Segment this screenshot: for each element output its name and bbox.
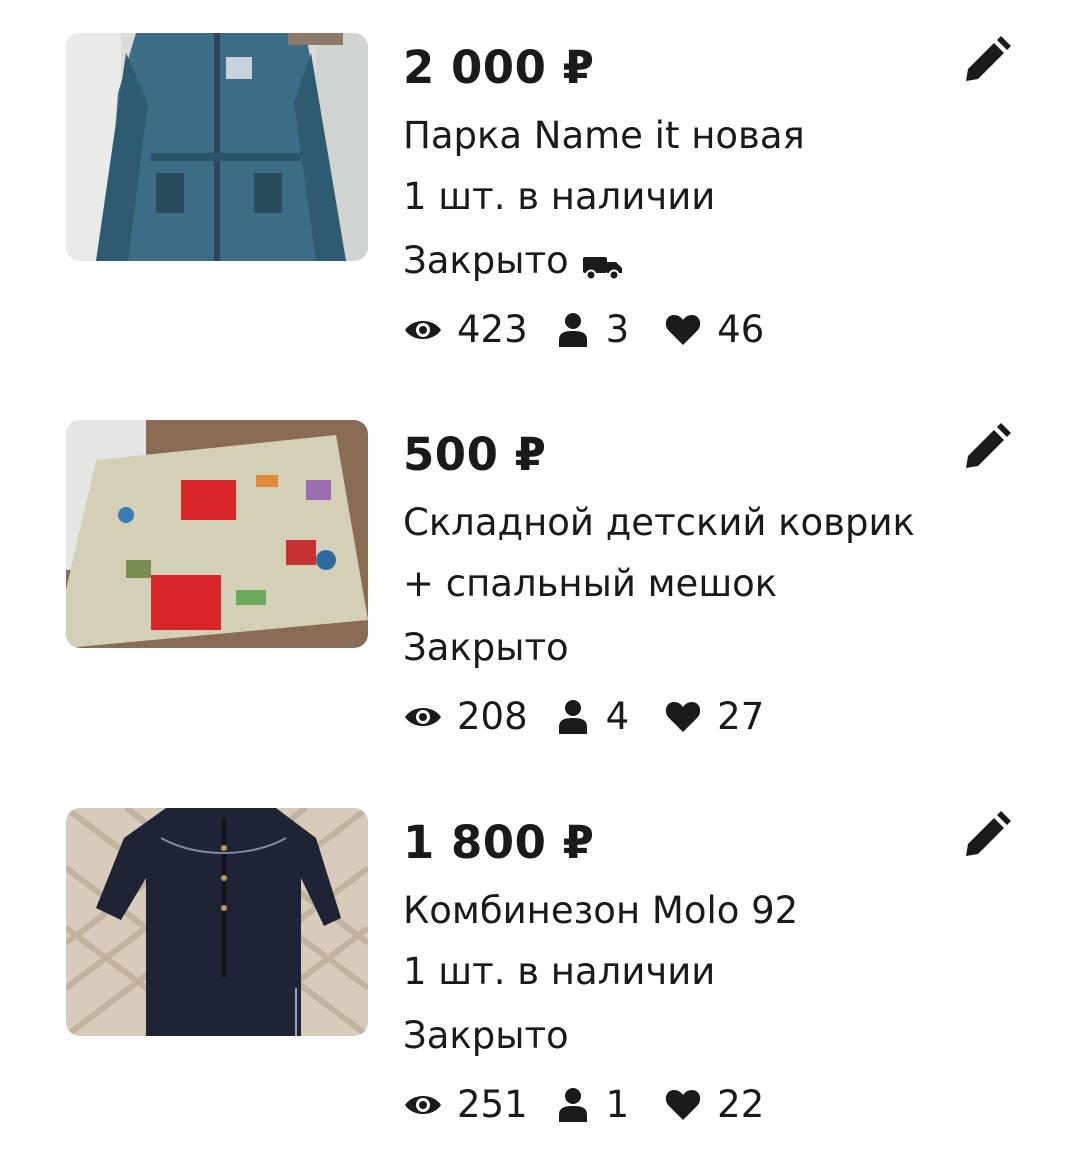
listing-photo-overall[interactable] [66, 808, 368, 1036]
likes-count: 46 [717, 308, 765, 351]
likes-stat: 22 [665, 1083, 764, 1126]
views-stat: 208 [403, 695, 528, 738]
listing-status: Закрыто [403, 1014, 569, 1057]
listing-title-line-1[interactable]: Складной детский коврик [403, 501, 915, 544]
listing-card[interactable]: 1 800 ₽ Комбинезон Molo 92 1 шт. в налич… [0, 808, 1080, 1138]
contacts-count: 1 [605, 1083, 630, 1126]
listing-photo-parka[interactable] [66, 33, 368, 261]
eye-icon [403, 1092, 443, 1118]
edit-button[interactable] [960, 810, 1012, 862]
listing-stats: 208 4 27 [403, 695, 764, 738]
heart-icon [665, 1089, 701, 1121]
listing-price: 1 800 ₽ [403, 816, 595, 869]
edit-button[interactable] [960, 35, 1012, 87]
listing-title[interactable]: Парка Name it новая [403, 114, 805, 157]
person-icon [558, 312, 588, 348]
heart-icon [665, 314, 701, 346]
edit-button[interactable] [960, 422, 1012, 474]
person-icon [558, 699, 588, 735]
listing-photo-mat[interactable] [66, 420, 368, 648]
listing-stock: 1 шт. в наличии [403, 175, 716, 218]
listing-title-line-2[interactable]: + спальный мешок [403, 562, 777, 605]
listing-price: 2 000 ₽ [403, 41, 595, 94]
pencil-icon [960, 810, 1012, 862]
pencil-icon [960, 35, 1012, 87]
listing-stock: 1 шт. в наличии [403, 950, 716, 993]
listing-status: Закрыто [403, 626, 569, 669]
person-icon [558, 1087, 588, 1123]
listing-title[interactable]: Комбинезон Molo 92 [403, 889, 798, 932]
pencil-icon [960, 422, 1012, 474]
likes-stat: 27 [665, 695, 764, 738]
eye-icon [403, 317, 443, 343]
heart-icon [665, 701, 701, 733]
contacts-count: 3 [605, 308, 630, 351]
contacts-stat: 1 [558, 1083, 630, 1126]
views-stat: 423 [403, 308, 528, 351]
eye-icon [403, 704, 443, 730]
status-label: Закрыто [403, 239, 569, 282]
views-count: 423 [457, 308, 528, 351]
listing-card[interactable]: 500 ₽ Складной детский коврик + спальный… [0, 420, 1080, 750]
listing-stats: 251 1 22 [403, 1083, 764, 1126]
contacts-stat: 4 [558, 695, 630, 738]
contacts-count: 4 [605, 695, 630, 738]
views-count: 251 [457, 1083, 528, 1126]
likes-count: 22 [717, 1083, 765, 1126]
listing-card[interactable]: 2 000 ₽ Парка Name it новая 1 шт. в нали… [0, 33, 1080, 363]
contacts-stat: 3 [558, 308, 630, 351]
truck-icon [582, 247, 623, 280]
views-stat: 251 [403, 1083, 528, 1126]
listing-price: 500 ₽ [403, 428, 547, 481]
likes-stat: 46 [665, 308, 764, 351]
listing-status: Закрыто [403, 239, 623, 282]
listing-stats: 423 3 46 [403, 308, 764, 351]
likes-count: 27 [717, 695, 765, 738]
views-count: 208 [457, 695, 528, 738]
